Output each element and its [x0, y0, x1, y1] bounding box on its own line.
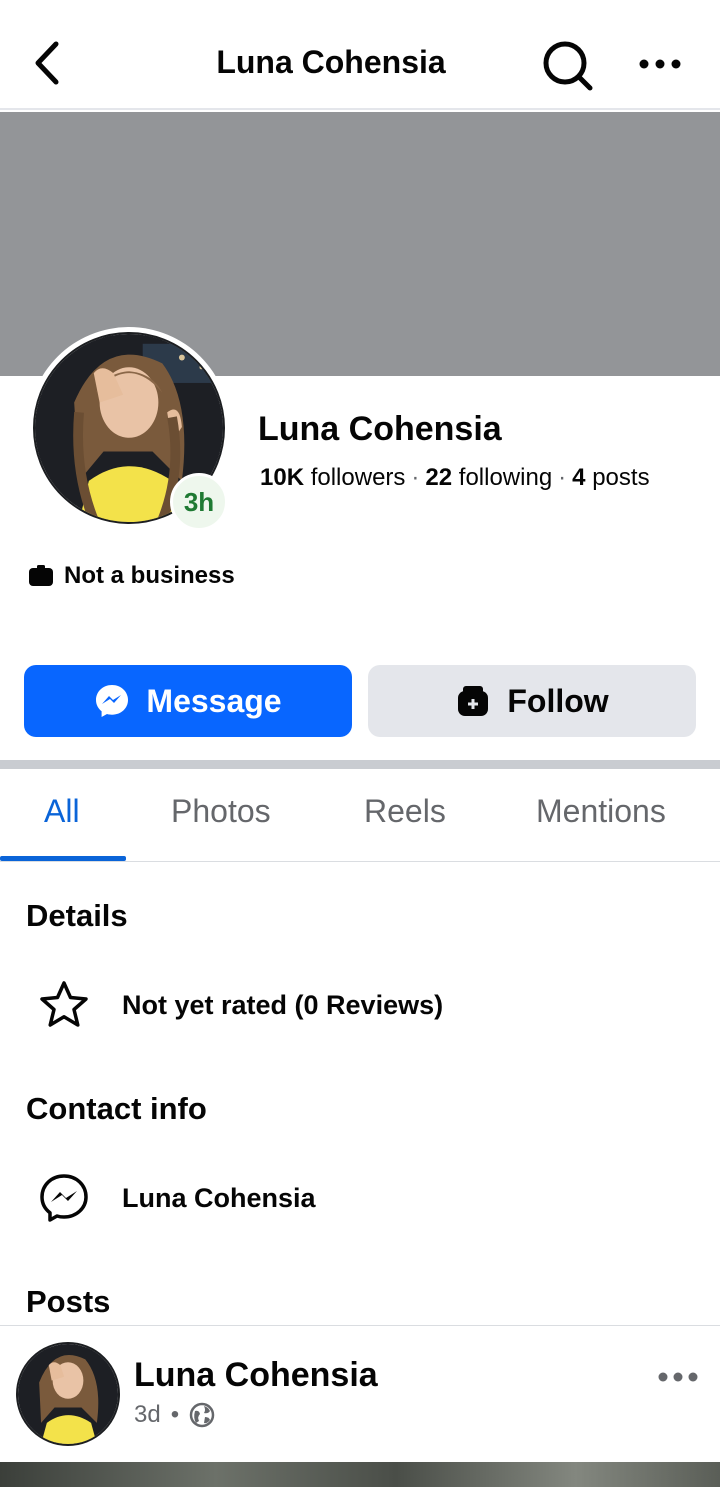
contact-info-title: Contact info	[26, 1091, 207, 1126]
posts-title: Posts	[26, 1284, 111, 1319]
rating-row[interactable]: Not yet rated (0 Reviews)	[38, 979, 443, 1031]
category-row: Not a business	[28, 562, 235, 590]
posts-count: 4	[572, 464, 586, 491]
follow-icon	[458, 686, 489, 716]
stat-separator: ·	[558, 464, 567, 491]
following-label[interactable]: following	[459, 464, 552, 491]
post-meta: 3d •	[134, 1401, 215, 1429]
posts-divider	[0, 1325, 720, 1326]
stat-separator: ·	[411, 464, 420, 491]
search-icon[interactable]	[540, 38, 596, 94]
follow-label: Follow	[507, 682, 609, 719]
post-more-options-icon[interactable]	[656, 1364, 700, 1390]
tab-photos[interactable]: Photos	[171, 793, 271, 830]
section-divider	[0, 760, 720, 769]
messenger-contact-name: Luna Cohensia	[122, 1182, 316, 1213]
follow-button[interactable]: Follow	[368, 665, 696, 737]
active-tab-indicator	[0, 856, 126, 861]
tab-reels[interactable]: Reels	[364, 793, 446, 830]
messenger-outline-icon	[40, 1174, 88, 1222]
message-label: Message	[146, 682, 282, 719]
followers-count[interactable]: 10K	[260, 464, 304, 491]
globe-icon	[189, 1402, 215, 1428]
details-title: Details	[26, 898, 128, 933]
post-time[interactable]: 3d	[134, 1401, 161, 1429]
star-icon	[40, 981, 88, 1027]
profile-name: Luna Cohensia	[258, 410, 502, 448]
message-button[interactable]: Message	[24, 665, 352, 737]
rating-text: Not yet rated (0 Reviews)	[122, 989, 444, 1020]
post-image[interactable]	[0, 1462, 720, 1487]
posts-label: posts	[592, 464, 650, 491]
page-title: Luna Cohensia	[216, 44, 446, 80]
meta-separator: •	[170, 1401, 180, 1428]
post-author-name[interactable]: Luna Cohensia	[134, 1356, 378, 1395]
story-time-badge[interactable]: 3h	[170, 473, 228, 531]
following-count[interactable]: 22	[425, 464, 452, 491]
briefcase-icon	[29, 565, 53, 586]
post-author-avatar[interactable]	[16, 1342, 120, 1446]
messenger-contact-row[interactable]: Luna Cohensia	[38, 1172, 316, 1224]
profile-stats: 10K followers · 22 following · 4 posts	[260, 464, 650, 492]
profile-tabs: All Photos Reels Mentions	[0, 769, 720, 862]
tab-all[interactable]: All	[44, 793, 80, 830]
messenger-icon	[96, 685, 129, 717]
followers-label[interactable]: followers	[311, 464, 406, 491]
tab-mentions[interactable]: Mentions	[536, 793, 666, 830]
top-bar: Luna Cohensia	[0, 0, 720, 110]
more-options-icon[interactable]	[636, 50, 684, 78]
category-label: Not a business	[64, 562, 235, 589]
